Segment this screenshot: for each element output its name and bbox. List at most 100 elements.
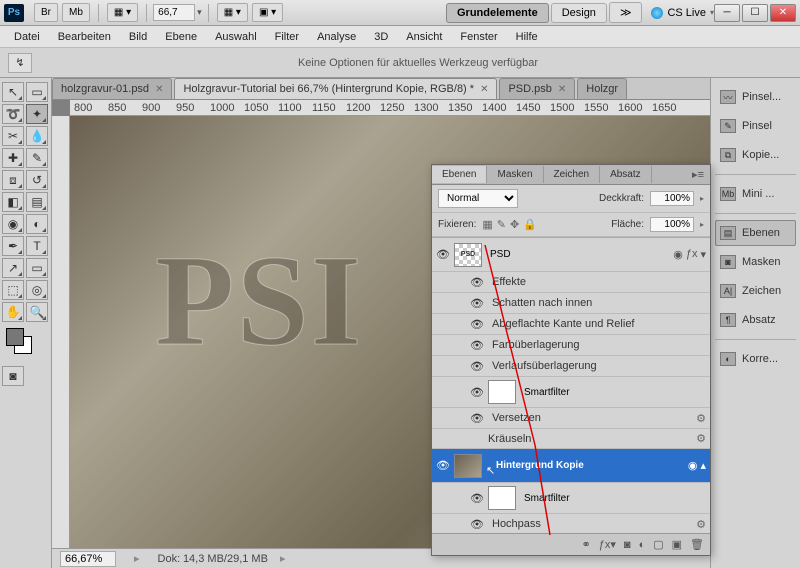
minibridge-button[interactable]: Mb	[62, 3, 90, 22]
shape-tool[interactable]: ▭	[26, 258, 48, 278]
view-extras-button[interactable]: ▦ ▾	[107, 3, 138, 22]
menu-3d[interactable]: 3D	[366, 28, 396, 46]
ruler-horizontal[interactable]: 8008509009501000105011001150120012501300…	[70, 100, 710, 116]
fx-icon[interactable]: ƒx	[686, 248, 698, 261]
screenmode-button[interactable]: ▣ ▾	[252, 3, 283, 22]
minimize-button[interactable]: ─	[714, 4, 740, 22]
blur-tool[interactable]: ◉	[2, 214, 24, 234]
menu-ansicht[interactable]: Ansicht	[398, 28, 450, 46]
visibility-icon[interactable]: 👁	[470, 338, 484, 352]
eraser-tool[interactable]: ◧	[2, 192, 24, 212]
panel-kopie[interactable]: ⧉Kopie...	[715, 142, 796, 168]
menu-filter[interactable]: Filter	[267, 28, 307, 46]
layers-panel[interactable]: Ebenen Masken Zeichen Absatz ▸≡ Normal D…	[431, 164, 711, 556]
tab-zeichen[interactable]: Zeichen	[544, 166, 601, 183]
collapse-icon[interactable]: ▴	[700, 459, 706, 472]
filter-versetzen[interactable]: 👁Versetzen⚙	[432, 408, 710, 429]
3d-camera-tool[interactable]: ◎	[26, 280, 48, 300]
filter-options-icon[interactable]: ⚙	[696, 518, 706, 531]
panel-absatz[interactable]: ¶Absatz	[715, 307, 796, 333]
history-brush-tool[interactable]: ↺	[26, 170, 48, 190]
menu-fenster[interactable]: Fenster	[452, 28, 505, 46]
status-zoom-field[interactable]	[60, 551, 116, 567]
lasso-tool[interactable]: ➰	[2, 104, 24, 124]
3d-tool[interactable]: ⬚	[2, 280, 24, 300]
doc-tab-3[interactable]: Holzgr	[577, 78, 627, 99]
bridge-button[interactable]: Br	[34, 3, 58, 22]
doc-tab-1[interactable]: Holzgravur-Tutorial bei 66,7% (Hintergru…	[174, 78, 497, 99]
quickmask-button[interactable]: ◙	[2, 366, 24, 386]
filter-mask-thumbnail[interactable]	[488, 380, 516, 404]
hand-tool[interactable]: ✋	[2, 302, 24, 322]
filter-options-icon[interactable]: ⚙	[696, 432, 706, 445]
layer-mask-icon[interactable]: ◙	[624, 539, 631, 551]
group-icon[interactable]: ▢	[653, 538, 663, 551]
zoom-tool[interactable]: 🔍	[26, 302, 48, 322]
quickselect-tool[interactable]: ✦	[26, 104, 48, 124]
close-icon[interactable]: ✕	[480, 84, 488, 95]
layer-thumbnail[interactable]	[454, 454, 482, 478]
panel-korrekturen[interactable]: ◐Korre...	[715, 346, 796, 372]
visibility-icon[interactable]: 👁	[436, 248, 450, 262]
layer-hintergrund-kopie[interactable]: 👁 ↖ Hintergrund Kopie ◉▴	[432, 449, 710, 483]
cslive-button[interactable]: CS Live ▾	[651, 7, 714, 19]
ruler-vertical[interactable]	[52, 116, 70, 548]
visibility-icon[interactable]: 👁	[470, 296, 484, 310]
marquee-tool[interactable]: ▭	[26, 82, 48, 102]
menu-ebene[interactable]: Ebene	[157, 28, 205, 46]
new-layer-icon[interactable]: ▣	[672, 538, 682, 551]
smartfilter-1[interactable]: 👁 Smartfilter	[432, 377, 710, 408]
menu-analyse[interactable]: Analyse	[309, 28, 364, 46]
visibility-icon[interactable]: 👁	[470, 491, 484, 505]
filter-options-icon[interactable]: ⚙	[696, 412, 706, 425]
filter-mask-thumbnail[interactable]	[488, 486, 516, 510]
move-tool[interactable]: ↖	[2, 82, 24, 102]
effect-kante[interactable]: 👁Abgeflachte Kante und Relief	[432, 314, 710, 335]
lock-all-icon[interactable]: 🔒	[523, 218, 537, 231]
doc-tab-0[interactable]: holzgravur-01.psd✕	[52, 78, 172, 99]
close-icon[interactable]: ✕	[155, 84, 163, 95]
effect-verlauf[interactable]: 👁Verlaufsüberlagerung	[432, 356, 710, 377]
visibility-icon[interactable]: 👁	[470, 317, 484, 331]
lock-transparency-icon[interactable]: ▦	[482, 218, 492, 231]
zoom-field[interactable]	[153, 4, 195, 21]
fill-field[interactable]	[650, 217, 694, 232]
workspace-design[interactable]: Design	[551, 3, 607, 23]
brush-tool[interactable]: ✎	[26, 148, 48, 168]
visibility-icon[interactable]: 👁	[470, 385, 484, 399]
workspace-more[interactable]: ≫	[609, 2, 643, 23]
lock-position-icon[interactable]: ✥	[510, 218, 519, 231]
panel-pinsel[interactable]: ✎Pinsel	[715, 113, 796, 139]
opacity-field[interactable]	[650, 191, 694, 206]
type-tool[interactable]: T	[26, 236, 48, 256]
tab-masken[interactable]: Masken	[487, 166, 543, 183]
workspace-grundelemente[interactable]: Grundelemente	[446, 3, 549, 23]
panel-zeichen[interactable]: A|Zeichen	[715, 278, 796, 304]
path-select-tool[interactable]: ↗	[2, 258, 24, 278]
adjustment-layer-icon[interactable]: ◐	[639, 539, 646, 551]
gradient-tool[interactable]: ▤	[26, 192, 48, 212]
doc-tab-2[interactable]: PSD.psb✕	[499, 78, 575, 99]
panel-masken[interactable]: ◙Masken	[715, 249, 796, 275]
panel-ebenen[interactable]: ▤Ebenen	[715, 220, 796, 246]
close-button[interactable]: ✕	[770, 4, 796, 22]
tab-absatz[interactable]: Absatz	[600, 166, 652, 183]
panel-menu-icon[interactable]: ▸≡	[686, 168, 710, 181]
crop-tool[interactable]: ✂	[2, 126, 24, 146]
effect-farb[interactable]: 👁Farbüberlagerung	[432, 335, 710, 356]
visibility-icon[interactable]: 👁	[470, 517, 484, 531]
stamp-tool[interactable]: ⧈	[2, 170, 24, 190]
layer-psd[interactable]: 👁 PSD ◉ƒx▾	[432, 238, 710, 272]
panel-minibridge[interactable]: MbMini ...	[715, 181, 796, 207]
delete-layer-icon[interactable]: 🗑	[690, 538, 704, 551]
pen-tool[interactable]: ✒	[2, 236, 24, 256]
visibility-icon[interactable]: 👁	[470, 359, 484, 373]
layer-style-icon[interactable]: ƒx▾	[599, 538, 616, 551]
menu-hilfe[interactable]: Hilfe	[508, 28, 546, 46]
collapse-icon[interactable]: ▾	[700, 248, 706, 261]
menu-bearbeiten[interactable]: Bearbeiten	[50, 28, 119, 46]
tab-ebenen[interactable]: Ebenen	[432, 166, 487, 183]
visibility-icon[interactable]: 👁	[470, 411, 484, 425]
arrange-button[interactable]: ▦ ▾	[217, 3, 248, 22]
close-icon[interactable]: ✕	[558, 84, 566, 95]
